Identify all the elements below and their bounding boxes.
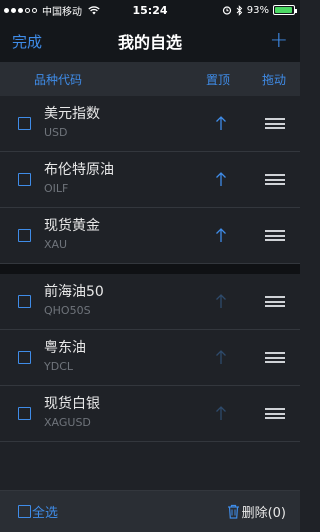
drag-handle-icon[interactable] (265, 174, 285, 188)
select-all-button[interactable]: 全选 (18, 502, 58, 521)
delete-label: 删除(0) (241, 506, 286, 521)
bottom-toolbar: 全选 删除(0) (0, 490, 300, 532)
drag-handle-icon[interactable] (265, 408, 285, 422)
instrument-name: 粤东油 (44, 340, 86, 356)
instrument-code: QHO50S (44, 304, 91, 317)
status-time: 15:24 (132, 3, 168, 17)
instrument-name: 布伦特原油 (44, 162, 114, 178)
column-name-label: 品种代码 (34, 72, 83, 87)
battery-icon (273, 5, 297, 15)
row-checkbox[interactable] (18, 351, 31, 364)
done-button[interactable]: 完成 (12, 31, 42, 52)
column-drag-label: 拖动 (262, 72, 287, 87)
row-checkbox[interactable] (18, 117, 31, 130)
instrument-code: USD (44, 126, 68, 139)
pin-to-top-icon[interactable] (213, 291, 229, 311)
list-item[interactable]: 现货白银 XAGUSD (0, 386, 300, 442)
battery-percent: 93% (246, 4, 269, 16)
carrier-label: 中国移动 (42, 6, 82, 18)
pin-to-top-icon[interactable] (213, 403, 229, 423)
row-checkbox[interactable] (18, 407, 31, 420)
pin-to-top-icon[interactable] (213, 169, 229, 189)
signal-strength-icon (4, 7, 37, 13)
column-header: 品种代码 置顶 拖动 (0, 62, 300, 96)
status-bar: 中国移动 15:24 93% (0, 0, 300, 20)
select-all-label: 全选 (32, 506, 59, 521)
watchlist-section-2: 前海油50 QHO50S 粤东油 YDCL 现货白银 XAGUSD (0, 274, 300, 442)
row-checkbox[interactable] (18, 229, 31, 242)
add-button[interactable]: + (270, 30, 288, 52)
page-title: 我的自选 (117, 33, 182, 52)
drag-handle-icon[interactable] (265, 352, 285, 366)
section-divider (0, 264, 300, 274)
pin-to-top-icon[interactable] (213, 225, 229, 245)
drag-handle-icon[interactable] (265, 296, 285, 310)
instrument-name: 现货白银 (44, 396, 100, 412)
drag-handle-icon[interactable] (265, 118, 285, 132)
list-item[interactable]: 现货黄金 XAU (0, 208, 300, 264)
trash-icon (227, 504, 239, 519)
row-checkbox[interactable] (18, 295, 31, 308)
instrument-code: YDCL (44, 360, 73, 373)
instrument-name: 现货黄金 (44, 218, 100, 234)
pin-to-top-icon[interactable] (213, 113, 229, 133)
column-pin-label: 置顶 (206, 72, 231, 87)
bluetooth-icon (236, 4, 242, 16)
delete-button[interactable]: 删除(0) (227, 502, 286, 521)
navigation-bar: 完成 我的自选 + (0, 20, 300, 62)
list-item[interactable]: 粤东油 YDCL (0, 330, 300, 386)
instrument-code: XAGUSD (44, 416, 91, 429)
instrument-code: OILF (44, 182, 69, 195)
list-item[interactable]: 前海油50 QHO50S (0, 274, 300, 330)
list-item[interactable]: 美元指数 USD (0, 96, 300, 152)
list-item[interactable]: 布伦特原油 OILF (0, 152, 300, 208)
instrument-code: XAU (44, 238, 68, 251)
row-checkbox[interactable] (18, 173, 31, 186)
instrument-name: 美元指数 (44, 106, 100, 122)
wifi-icon (88, 5, 100, 14)
drag-handle-icon[interactable] (265, 230, 285, 244)
pin-to-top-icon[interactable] (213, 347, 229, 367)
instrument-name: 前海油50 (44, 284, 104, 300)
watchlist-section-1: 美元指数 USD 布伦特原油 OILF 现货黄金 XAU (0, 96, 300, 264)
alarm-icon (222, 6, 231, 15)
select-all-checkbox[interactable] (18, 505, 31, 518)
